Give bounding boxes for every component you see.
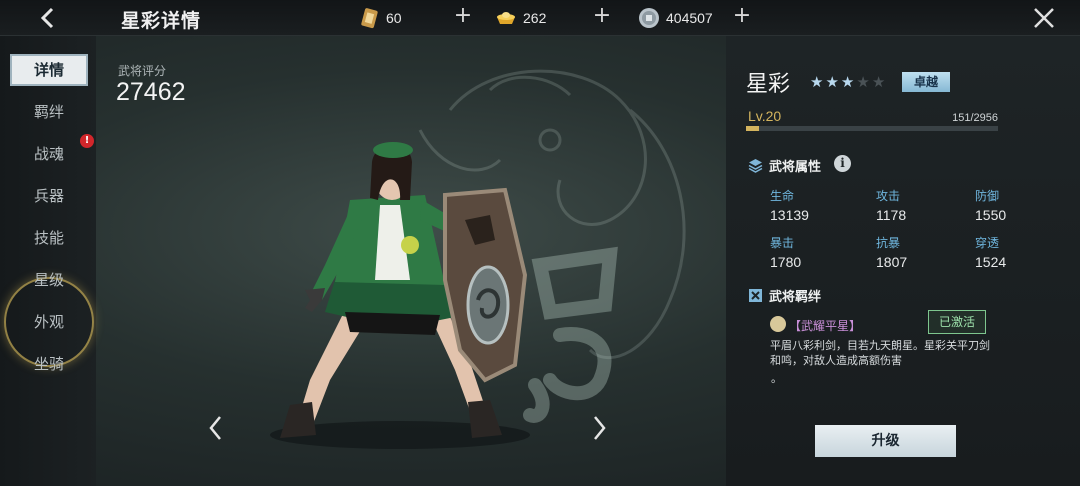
star-empty-icon: ★ [856,73,872,91]
currency-coin: 404507 [638,6,713,30]
nav-mount[interactable]: 坐骑 [10,348,88,380]
prev-hero-arrow-icon[interactable] [205,412,227,444]
level-label: Lv.20 [748,108,782,124]
star-filled-icon: ★ [840,73,857,91]
stat-crit-resist: 抗暴 1807 [876,236,908,270]
chevron-left-icon [40,7,54,29]
nav-star-level[interactable]: 星级 [10,264,88,296]
hero-detail-screen: 星彩详情 60 + 262 + 404507 + 详情 羁绊 战魂 ! 兵器 技… [0,0,1080,486]
add-gold-button[interactable]: + [590,5,614,29]
exp-bar-fill [746,126,759,131]
bonds-title: 武将羁绊 [769,290,822,305]
nav-war-soul[interactable]: 战魂 [10,138,88,170]
score-value: 27462 [116,78,186,106]
close-icon[interactable] [1030,4,1058,32]
bond-status-badge: 已激活 [928,310,986,334]
star-filled-icon: ★ [825,73,841,91]
bond-description-more: 。 [771,372,782,385]
nav-bonds[interactable]: 羁绊 [10,96,88,128]
exp-text: 151/2956 [952,112,998,124]
rank-badge: 卓越 [902,72,950,92]
bonds-header: 武将羁绊 [748,286,821,305]
gold-ingot-icon [497,12,515,24]
bond-description: 平眉八彩利剑，目若九天朗星。星彩关平刀剑和鸣，对敌人造成高额伤害 [770,339,990,367]
back-button[interactable] [30,3,66,33]
star-rating: ★★★★★ [810,73,887,91]
bond-portrait-icon [770,316,786,332]
page-title: 星彩详情 [121,10,202,32]
add-token-button[interactable]: + [451,5,475,29]
upgrade-button[interactable]: 升级 [815,425,956,457]
layers-icon [748,159,763,173]
stat-hp: 生命 13139 [770,189,809,223]
score-label: 武将评分 [118,64,167,78]
star-empty-icon: ★ [871,73,888,91]
nav-details[interactable]: 详情 [10,54,88,86]
currency-token: 60 [358,6,402,30]
nav-weapons[interactable]: 兵器 [10,180,88,212]
stat-crit: 暴击 1780 [770,236,802,270]
currency-gold: 262 [495,6,546,30]
bond-name: 【武耀平星】 [789,319,862,333]
coin-icon [639,8,659,28]
stat-attack: 攻击 1178 [876,189,907,223]
attributes-title: 武将属性 [769,160,822,175]
stat-penetration: 穿透 1524 [975,236,1007,270]
bond-icon [749,289,762,302]
hero-illustration [270,69,686,449]
top-bar: 星彩详情 60 + 262 + 404507 + [0,0,1080,36]
nav-skills[interactable]: 技能 [10,222,88,254]
info-icon[interactable]: i [834,155,851,172]
hero-name: 星彩 [746,72,791,97]
add-coin-button[interactable]: + [730,5,754,29]
nav-appearance[interactable]: 外观 [10,306,88,338]
token-card-icon [361,8,378,29]
stat-defense: 防御 1550 [975,189,1007,223]
attributes-header: 武将属性 [748,156,821,175]
exp-bar [746,126,998,131]
alert-badge: ! [80,134,94,148]
next-hero-arrow-icon[interactable] [588,412,610,444]
star-filled-icon: ★ [810,73,826,91]
